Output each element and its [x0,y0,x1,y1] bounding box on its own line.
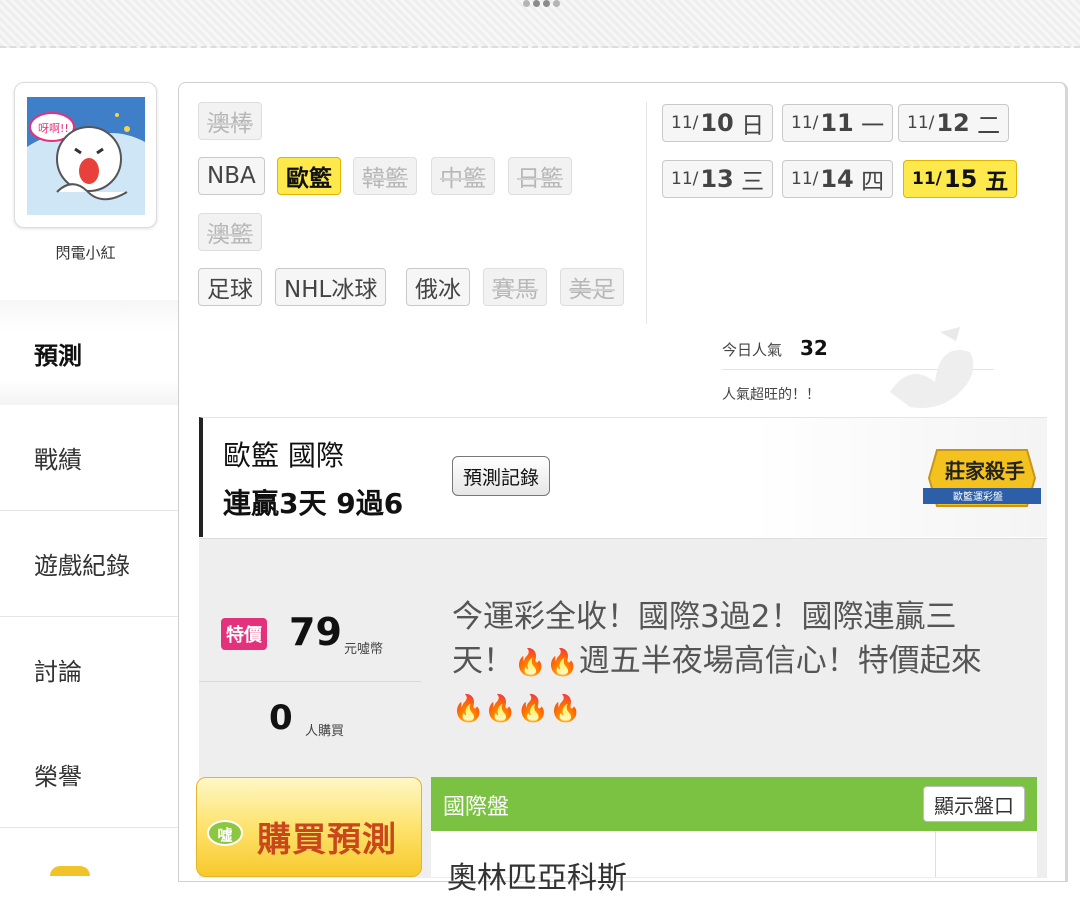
sport-chip[interactable]: 俄冰 [406,268,470,306]
sidebar-tab-game-log[interactable]: 遊戲紀錄 [0,511,178,617]
popularity-value: 32 [800,336,828,360]
price-box: 特價 79 元噓幣 0 人購買 [199,596,421,756]
sport-chip[interactable]: 韓籃 [353,157,417,195]
market-header: 國際盤 顯示盤口 [431,777,1037,831]
sidebar-tab-discussion[interactable]: 討論 [0,617,178,723]
banker-killer-badge-icon: 莊家殺手 歐籃運彩盤 [923,449,1041,507]
avatar[interactable]: 呀啊!! [14,82,157,228]
drag-handle[interactable] [522,0,560,8]
divider [199,681,421,682]
sidebar-tab-label: 戰績 [34,446,82,474]
popularity-note: 人氣超旺的！！ [722,387,820,403]
date-chip[interactable]: 11/10 日 [662,104,774,142]
league-title: 歐籃 國際 [223,439,344,472]
market-title: 國際盤 [443,795,510,820]
svg-text:歐籃運彩盤: 歐籃運彩盤 [953,490,1003,503]
sport-chip-selected[interactable]: 歐籃 [277,157,341,195]
date-chip-selected[interactable]: 11/15 五 [903,160,1018,198]
promo-text: 今運彩全收！國際3過2！國際連贏三天！🔥🔥週五半夜場高信心！特價起來🔥🔥🔥🔥 [452,595,1000,731]
league-header: 歐籃 國際 連贏3天 9過6 預測記錄 莊家殺手 歐籃運彩盤 [199,417,1047,537]
sport-chip[interactable]: 日籃 [508,157,572,195]
promo-text-part2: 週五半夜場高信心！特價起來 [578,643,982,679]
sidebar-tab-label: 遊戲紀錄 [34,552,130,580]
price-unit: 元噓幣 [344,642,384,657]
popularity-label: 今日人氣 [722,341,783,359]
fire-icon: 🔥🔥 [514,648,579,678]
sport-chip[interactable]: 賽馬 [483,268,547,306]
sidebar-tab-honor[interactable]: 榮譽 [0,722,178,828]
svg-text:莊家殺手: 莊家殺手 [945,459,1025,483]
date-chip[interactable]: 11/11 一 [782,104,894,142]
username: 閃電小紅 [55,244,116,262]
sidebar-tab-label: 討論 [34,658,82,686]
top-lace-strip [0,0,1080,48]
sport-chip[interactable]: 足球 [198,268,262,306]
buy-prediction-button[interactable]: 噓 購買預測 [196,777,422,877]
league-streak: 連贏3天 9過6 [223,487,404,520]
market-panel: 國際盤 顯示盤口 奧林匹亞科斯 [431,777,1037,896]
sidebar-tab-record[interactable]: 戰績 [0,405,178,511]
date-chip[interactable]: 11/12 二 [898,104,1010,142]
svg-text:呀啊!!: 呀啊!! [38,122,69,135]
price-value: 79 [289,610,342,654]
show-odds-button[interactable]: 顯示盤口 [923,786,1025,822]
special-price-badge: 特價 [221,618,267,650]
sport-chip[interactable]: 美足 [560,268,624,306]
fire-icon: 🔥🔥🔥🔥 [452,694,582,724]
sport-chip[interactable]: NHL冰球 [275,268,387,306]
sidebar-tab-predict[interactable]: 預測 [0,300,178,406]
sidebar-tab-label: 預測 [34,341,82,370]
buyers-count: 0 [269,698,293,738]
buyers-unit: 人購買 [305,724,345,739]
team-name: 奧林匹亞科斯 [447,861,627,896]
popularity-watermark-icon [890,327,974,408]
avatar-cartoon-icon: 呀啊!! [27,97,145,215]
buy-prediction-label: 購買預測 [257,820,397,860]
sidebar-bottom-icon [50,866,90,876]
sport-chip[interactable]: NBA [198,157,265,195]
coin-icon: 噓 [207,820,243,846]
divider [646,102,647,324]
prediction-record-button[interactable]: 預測記錄 [452,456,551,496]
sport-chip[interactable]: 中籃 [431,157,495,195]
date-chip[interactable]: 11/14 四 [782,160,894,198]
popularity: 今日人氣 32 [722,336,828,360]
sport-chip[interactable]: 澳籃 [198,213,262,251]
divider [935,831,936,877]
sport-chip[interactable]: 澳棒 [198,102,262,140]
date-chip[interactable]: 11/13 三 [662,160,774,198]
sidebar-tab-label: 榮譽 [34,763,82,791]
